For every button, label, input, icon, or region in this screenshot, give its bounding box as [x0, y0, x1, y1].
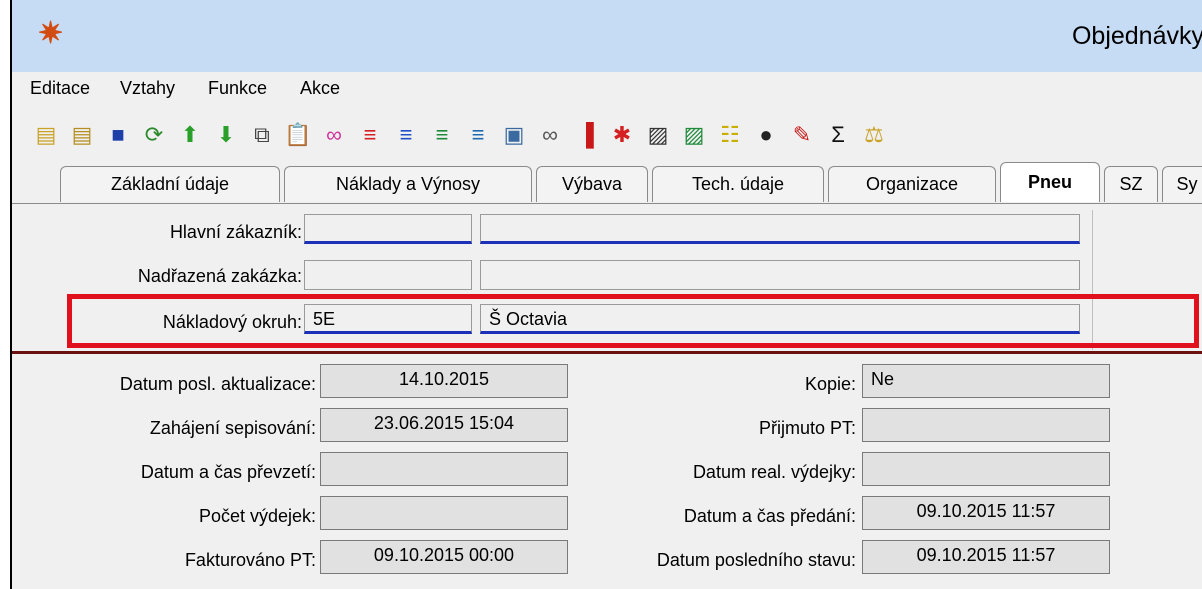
prijmuto-pt-value [862, 408, 1110, 442]
highlight-box [67, 294, 1199, 348]
datum-cas-prevzeti-value [320, 452, 568, 486]
menu-funkce[interactable]: Funkce [208, 78, 267, 99]
copy-icon[interactable]: ⧉ [248, 121, 276, 149]
tab-divider [12, 203, 1202, 204]
tab-strip: Základní údaje Náklady a Výnosy Výbava T… [12, 160, 1202, 204]
fakturovano-pt-label: Fakturováno PT: [184, 550, 316, 570]
nadrazena-zakazka-name-field[interactable] [480, 260, 1080, 290]
refresh-icon[interactable]: ⟳ [140, 121, 168, 149]
tab-sz[interactable]: SZ [1104, 166, 1158, 202]
hlavni-zakaznik-code-field[interactable] [304, 214, 472, 244]
title-bar: ✷ Objednávky [12, 0, 1202, 72]
link-icon[interactable]: ∞ [536, 121, 564, 149]
bomb-icon[interactable]: ● [752, 121, 780, 149]
glasses-icon[interactable]: ∞ [320, 121, 348, 149]
tab-zakladni-udaje[interactable]: Základní údaje [60, 166, 280, 202]
datum-posledniho-stavu-label: Datum posledního stavu: [656, 550, 856, 570]
datum-real-vydejky-value [862, 452, 1110, 486]
new-record-icon[interactable]: ▤ [32, 121, 60, 149]
filter-green-icon[interactable]: ≡ [428, 121, 456, 149]
prijmuto-pt-label: Přijmuto PT: [758, 418, 856, 438]
datum-real-vydejky-label: Datum real. výdejky: [692, 462, 856, 482]
arrow-up-icon[interactable]: ⬆ [176, 121, 204, 149]
nadrazena-zakazka-label: Nadřazená zakázka: [137, 266, 302, 286]
fakturovano-pt-value: 09.10.2015 00:00 [320, 540, 568, 574]
menu-editace[interactable]: Editace [30, 78, 90, 99]
balance-icon[interactable]: ⚖ [860, 121, 888, 149]
document-icon[interactable]: ▨ [644, 121, 672, 149]
window-title: Objednávky [1071, 22, 1202, 50]
filter-blue-icon[interactable]: ≡ [392, 121, 420, 149]
sum-icon[interactable]: Σ [824, 121, 852, 149]
datum-cas-predani-value: 09.10.2015 11:57 [862, 496, 1110, 530]
nadrazena-zakazka-code-field[interactable] [304, 260, 472, 290]
zahajeni-sepisovani-label: Zahájení sepisování: [149, 418, 316, 438]
zahajeni-sepisovani-value: 23.06.2015 15:04 [320, 408, 568, 442]
hlavni-zakaznik-name-field[interactable] [480, 214, 1080, 244]
kopie-label: Kopie: [804, 374, 856, 394]
kopie-value: Ne [862, 364, 1110, 398]
section-separator [12, 351, 1202, 354]
pocet-vydejek-value [320, 496, 568, 530]
tab-vybava[interactable]: Výbava [536, 166, 648, 202]
tab-organizace[interactable]: Organizace [828, 166, 996, 202]
edit-form-icon[interactable]: ✎ [788, 121, 816, 149]
list-icon[interactable]: ☷ [716, 121, 744, 149]
traffic-light-icon[interactable]: ▐ [572, 121, 600, 149]
tab-tech-udaje[interactable]: Tech. údaje [652, 166, 824, 202]
app-logo-icon: ✷ [38, 17, 64, 50]
datum-cas-prevzeti-label: Datum a čas převzetí: [140, 462, 316, 482]
datum-cas-predani-label: Datum a čas předání: [683, 506, 856, 526]
tab-sy[interactable]: Sy [1162, 166, 1202, 202]
menu-akce[interactable]: Akce [300, 78, 340, 99]
save-icon[interactable]: ■ [104, 121, 132, 149]
tab-pneu[interactable]: Pneu [1000, 162, 1100, 202]
filter-mixed-icon[interactable]: ≡ [464, 121, 492, 149]
toolbar: ▤ ▤ ■ ⟳ ⬆ ⬇ ⧉ 📋 ∞ ≡ ≡ ≡ ≡ ▣ ∞ ▐ ✱ ▨ ▨ ☷ ● ✎ Σ ⚖ [32, 114, 888, 156]
printer-icon[interactable]: ▣ [500, 121, 528, 149]
menu-vztahy[interactable]: Vztahy [120, 78, 175, 99]
tab-naklady-vynosy[interactable]: Náklady a Výnosy [284, 166, 532, 202]
copy-record-icon[interactable]: ▤ [68, 121, 96, 149]
menu-bar: Editace Vztahy Funkce Akce [12, 72, 1202, 110]
datum-posl-aktualizace-value: 14.10.2015 [320, 364, 568, 398]
datum-posledniho-stavu-value: 09.10.2015 11:57 [862, 540, 1110, 574]
pocet-vydejek-label: Počet výdejek: [198, 506, 316, 526]
filter-red-icon[interactable]: ≡ [356, 121, 384, 149]
datum-posl-aktualizace-label: Datum posl. aktualizace: [119, 374, 316, 394]
hlavni-zakaznik-label: Hlavní zákazník: [169, 222, 302, 242]
app-window: ✷ Objednávky Editace Vztahy Funkce Akce … [10, 0, 1202, 589]
arrow-down-icon[interactable]: ⬇ [212, 121, 240, 149]
person-icon[interactable]: ✱ [608, 121, 636, 149]
paste-icon[interactable]: 📋 [284, 121, 312, 149]
document-arrow-icon[interactable]: ▨ [680, 121, 708, 149]
